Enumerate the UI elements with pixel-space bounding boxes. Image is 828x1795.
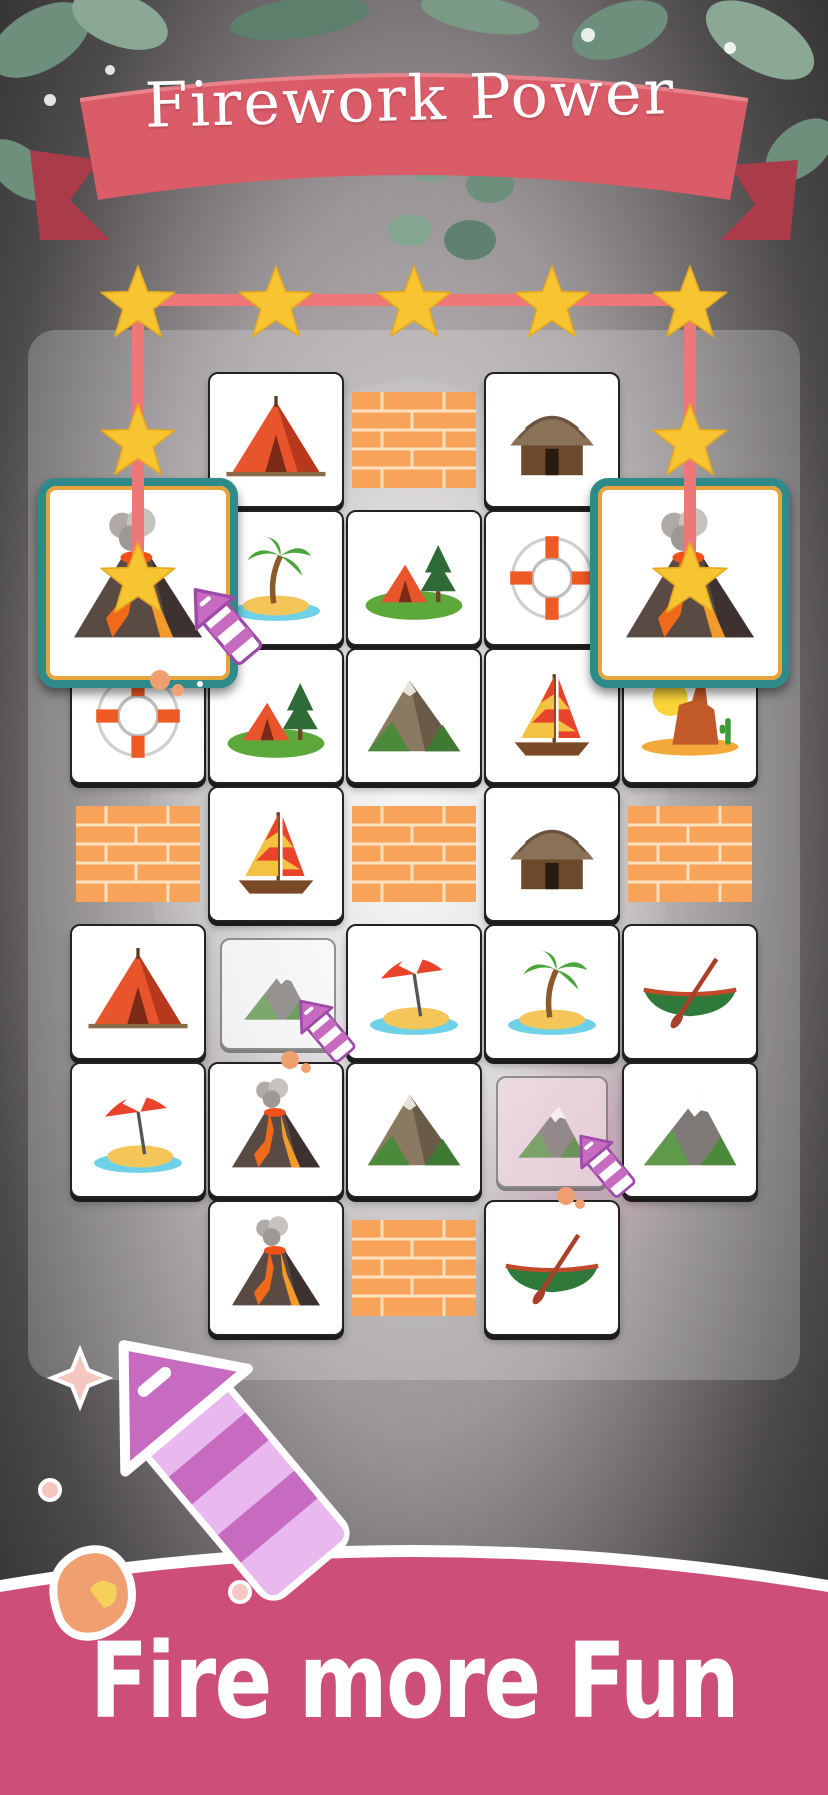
brick-icon <box>352 392 476 488</box>
matched-tile-volcano-right[interactable] <box>590 478 790 688</box>
tile-tent[interactable] <box>70 924 206 1060</box>
tile-canoe[interactable] <box>622 924 758 1060</box>
brick-icon <box>76 806 200 902</box>
matched-tile-volcano-left[interactable] <box>38 478 238 688</box>
snow-mountain-icon <box>635 1075 745 1185</box>
snow-mountain-icon <box>512 1092 592 1172</box>
tile-camping[interactable] <box>346 510 482 646</box>
canoe-icon <box>497 1213 607 1323</box>
sailboat-icon <box>497 661 607 771</box>
tagline-text: Fire more Fun <box>89 1620 740 1742</box>
tile-mountain[interactable] <box>346 648 482 784</box>
volcano-icon <box>58 503 218 663</box>
mountain-icon <box>359 1075 469 1185</box>
firework-rocket-icon <box>38 1340 350 1641</box>
hut-icon <box>497 799 607 909</box>
canoe-icon <box>635 937 745 1047</box>
camping-icon <box>221 661 331 771</box>
hut-icon <box>497 385 607 495</box>
tile-snow-mountain-cleared[interactable] <box>220 938 336 1050</box>
tile-sailboat[interactable] <box>208 786 344 922</box>
mountain-icon <box>359 661 469 771</box>
volcano-icon <box>610 503 770 663</box>
tile-volcano[interactable] <box>208 1062 344 1198</box>
tent-icon <box>221 385 331 495</box>
tent-icon <box>83 937 193 1047</box>
volcano-icon <box>221 1075 331 1185</box>
palm-island-icon <box>497 937 607 1047</box>
tile-snow-mountain[interactable] <box>622 1062 758 1198</box>
beach-umbrella-icon <box>359 937 469 1047</box>
tile-hut[interactable] <box>484 786 620 922</box>
beach-umbrella-icon <box>83 1075 193 1185</box>
tile-mountain[interactable] <box>346 1062 482 1198</box>
brick-icon <box>628 806 752 902</box>
tile-snow-mountain-cleared[interactable] <box>496 1076 608 1188</box>
tile-canoe[interactable] <box>484 1200 620 1336</box>
tile-palm-island[interactable] <box>484 924 620 1060</box>
sailboat-icon <box>221 799 331 909</box>
brick-icon <box>352 806 476 902</box>
tile-beach-umbrella[interactable] <box>70 1062 206 1198</box>
camping-icon <box>359 523 469 633</box>
snow-mountain-icon <box>238 954 318 1034</box>
tile-beach-umbrella[interactable] <box>346 924 482 1060</box>
